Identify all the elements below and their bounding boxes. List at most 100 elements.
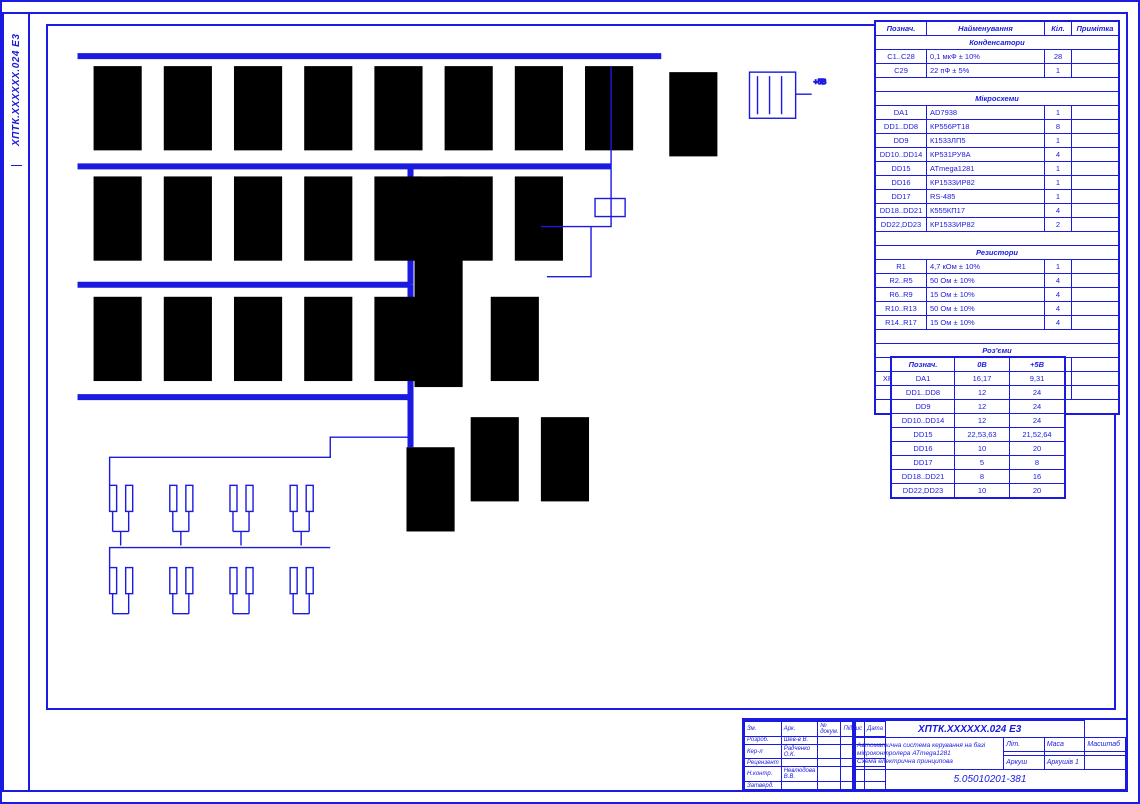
power-cell: DD10..DD14 [892,414,955,428]
rev-cell [781,759,818,767]
power-cell: 21,52,64 [1010,428,1065,442]
power-table: Познач.0В+5В DA116,179,31DD1..DD81224DD9… [890,356,1066,499]
power-cell: 12 [955,386,1010,400]
bom-cell: КР556РТ18 [927,120,1045,134]
bom-cell [1072,358,1119,372]
title-block: ХПТК.ХХХХХХ.024 Е3 Автоматична система к… [852,718,1128,792]
title-doc: ХПТК.ХХХХХХ.024 Е3 [855,721,1085,738]
power-cell: 5 [955,456,1010,470]
bom-cell [1072,148,1119,162]
rev-cell: Розроб. [745,736,782,744]
bom-cell: DD9 [876,134,927,148]
power-cell: DD1..DD8 [892,386,955,400]
power-cell: 24 [1010,400,1065,414]
bom-section: Мікросхеми [876,92,1119,106]
bom-cell: 4 [1045,288,1072,302]
bom-cell: R10..R13 [876,302,927,316]
resistor-network [110,437,411,614]
bom-cell [1072,106,1119,120]
bom-cell: DD18..DD21 [876,204,927,218]
rev-cell: Шев-в В. [781,736,818,744]
bom-cell: R2..R5 [876,274,927,288]
bom-cell: С29 [876,64,927,78]
bom-header: Познач. [876,22,927,36]
bom-cell: ATmega1281 [927,162,1045,176]
svg-text:+5В: +5В [814,79,827,86]
bom-cell [1072,316,1119,330]
rev-cell [818,744,841,759]
ic-lower-right [465,417,595,501]
rev-cell: Затверд. [745,782,782,790]
power-cell: 12 [955,414,1010,428]
power-cell: 9,31 [1010,372,1065,386]
bom-cell [1072,120,1119,134]
bom-cell: 1 [1045,190,1072,204]
bom-cell: 28 [1045,50,1072,64]
bom-cell: 1 [1045,106,1072,120]
doc-id-vertical: ХПТК.ХХХХХХ.024 Е3 [11,14,22,166]
bom-cell: 15 Ом ± 10% [927,288,1045,302]
bom-cell [1072,204,1119,218]
rev-cell [818,782,841,790]
power-cell: 12 [955,400,1010,414]
bom-cell: 4 [1045,316,1072,330]
power-cell: 8 [955,470,1010,484]
bom-cell: R14..R17 [876,316,927,330]
power-header: Познач. [892,358,955,372]
power-cell: DA1 [892,372,955,386]
power-cell: 20 [1010,484,1065,498]
power-cell: 24 [1010,414,1065,428]
rev-cell: Невлюдова В.В. [781,767,818,782]
title-line3: Схема електрична принципова [857,758,953,765]
power-cell: 22,53,63 [955,428,1010,442]
bom-cell: К1533ЛП5 [927,134,1045,148]
bom-cell [1072,218,1119,232]
rev-cell [781,782,818,790]
bom-cell [1072,372,1119,386]
bom-cell: 1 [1045,260,1072,274]
bom-section: Резистори [876,246,1119,260]
bom-cell: DD17 [876,190,927,204]
bom-cell: AD7938 [927,106,1045,120]
bom-cell: DD16 [876,176,927,190]
rev-header: № докум. [818,722,841,737]
rev-header: Зм. [745,722,782,737]
bom-section: Конденсатори [876,36,1119,50]
power-cell: 10 [955,442,1010,456]
inner-frame: +5В [28,12,1128,792]
bom-cell: С1..С28 [876,50,927,64]
bom-cell [1072,190,1119,204]
bom-cell [1072,176,1119,190]
power-cell: DD18..DD21 [892,470,955,484]
bom-cell: DD10..DD14 [876,148,927,162]
rev-cell: Н.контр. [745,767,782,782]
bom-cell [1072,274,1119,288]
bom-cell: 4 [1045,148,1072,162]
rev-cell: Рецензент [745,759,782,767]
bom-cell: КР1533ИР82 [927,218,1045,232]
power-cell: DD15 [892,428,955,442]
bom-header: Найменування [927,22,1045,36]
hdr-lit: Літ. [1004,738,1045,752]
bom-cell [1072,64,1119,78]
rev-header: Арк. [781,722,818,737]
ic-row-1 [88,66,640,150]
title-line2: мікроконтролера ATmega1281 [857,750,951,757]
bom-cell [1072,386,1119,400]
connector [595,199,625,217]
bom-cell [1072,260,1119,274]
bom-cell: 1 [1045,64,1072,78]
rev-cell: Радченко О.К. [781,744,818,759]
power-cell: DD17 [892,456,955,470]
revision-table: Зм.Арк.№ докум.ПідписДата Розроб.Шев-в В… [742,718,856,792]
bom-cell: 0,1 мкФ ± 10% [927,50,1045,64]
power-cell: DD22,DD23 [892,484,955,498]
bom-cell: DD15 [876,162,927,176]
rev-cell: Кер-л [745,744,782,759]
bom-cell: 50 Ом ± 10% [927,274,1045,288]
bom-cell [1072,134,1119,148]
cap-block: +5В [749,72,826,118]
power-cell: 10 [955,484,1010,498]
bom-cell: 15 Ом ± 10% [927,316,1045,330]
bom-cell: RS-485 [927,190,1045,204]
